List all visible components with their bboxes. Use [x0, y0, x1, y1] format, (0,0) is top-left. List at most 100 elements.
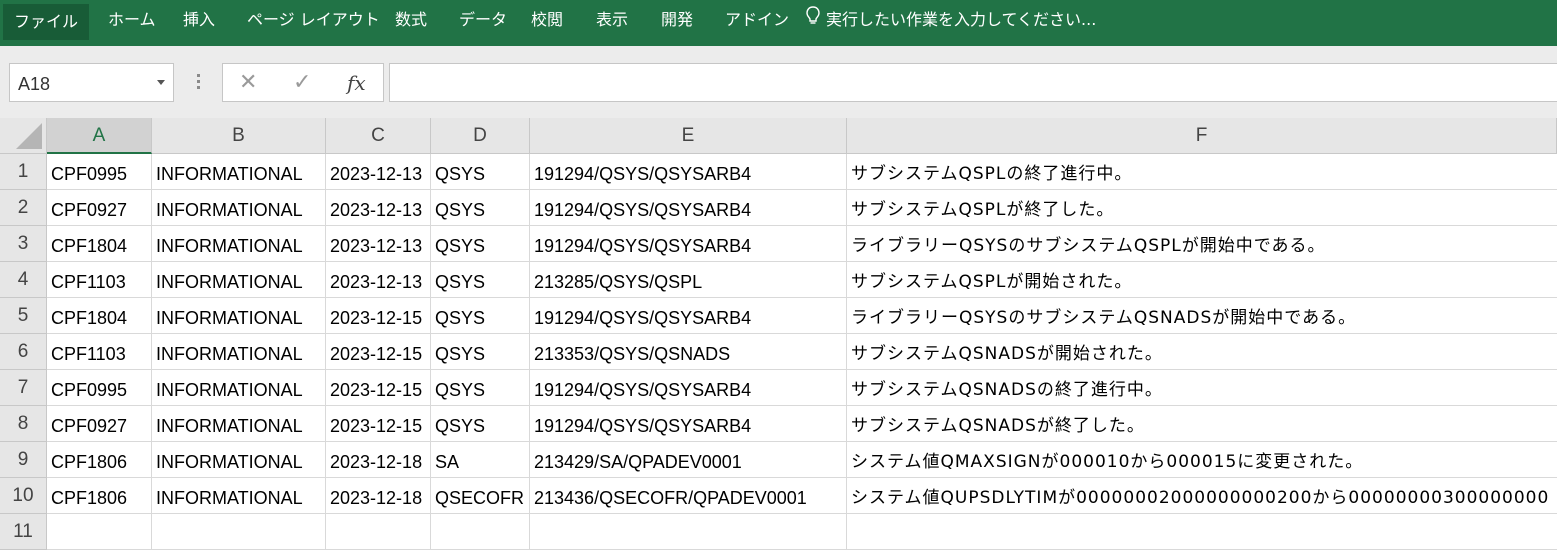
- tab-addins[interactable]: アドイン: [725, 0, 789, 40]
- cell-e2[interactable]: 191294/QSYS/QSYSARB4: [530, 190, 847, 226]
- cell-a3[interactable]: CPF1804: [47, 226, 152, 262]
- cell-c6[interactable]: 2023-12-15: [326, 334, 431, 370]
- column-header-a[interactable]: A: [47, 118, 152, 154]
- cell-c1[interactable]: 2023-12-13: [326, 154, 431, 190]
- tab-page-layout[interactable]: ページ レイアウト: [247, 0, 380, 40]
- cell-e4[interactable]: 213285/QSYS/QSPL: [530, 262, 847, 298]
- row-header-5[interactable]: 5: [0, 298, 47, 334]
- row-header-2[interactable]: 2: [0, 190, 47, 226]
- cell-f4[interactable]: サブシステムQSPLが開始された。: [847, 262, 1557, 298]
- tab-review[interactable]: 校閲: [531, 0, 563, 40]
- cell-e1[interactable]: 191294/QSYS/QSYSARB4: [530, 154, 847, 190]
- drag-handle-icon[interactable]: [197, 74, 200, 92]
- cell-f1[interactable]: サブシステムQSPLの終了進行中。: [847, 154, 1557, 190]
- cell-a1[interactable]: CPF0995: [47, 154, 152, 190]
- cell-f9[interactable]: システム値QMAXSIGNが000010から000015に変更された。: [847, 442, 1557, 478]
- row-header-8[interactable]: 8: [0, 406, 47, 442]
- cell-a2[interactable]: CPF0927: [47, 190, 152, 226]
- cell-d5[interactable]: QSYS: [431, 298, 530, 334]
- formula-input[interactable]: [389, 63, 1557, 102]
- column-header-e[interactable]: E: [530, 118, 847, 154]
- cell-a7[interactable]: CPF0995: [47, 370, 152, 406]
- cell-b3[interactable]: INFORMATIONAL: [152, 226, 326, 262]
- cell-b5[interactable]: INFORMATIONAL: [152, 298, 326, 334]
- row-header-11[interactable]: 11: [0, 514, 47, 550]
- cell-f5[interactable]: ライブラリーQSYSのサブシステムQSNADSが開始中である。: [847, 298, 1557, 334]
- cell-a10[interactable]: CPF1806: [47, 478, 152, 514]
- column-header-b[interactable]: B: [152, 118, 326, 154]
- cell-a8[interactable]: CPF0927: [47, 406, 152, 442]
- tab-view[interactable]: 表示: [596, 0, 628, 40]
- cell-f2[interactable]: サブシステムQSPLが終了した。: [847, 190, 1557, 226]
- cell-a9[interactable]: CPF1806: [47, 442, 152, 478]
- cell-d9[interactable]: SA: [431, 442, 530, 478]
- tab-insert[interactable]: 挿入: [183, 0, 215, 40]
- cell-d2[interactable]: QSYS: [431, 190, 530, 226]
- column-header-d[interactable]: D: [431, 118, 530, 154]
- enter-icon[interactable]: ✓: [293, 70, 311, 95]
- cell-b4[interactable]: INFORMATIONAL: [152, 262, 326, 298]
- tab-formulas[interactable]: 数式: [395, 0, 427, 40]
- cell-d1[interactable]: QSYS: [431, 154, 530, 190]
- tab-home[interactable]: ホーム: [108, 0, 156, 40]
- cell-e5[interactable]: 191294/QSYS/QSYSARB4: [530, 298, 847, 334]
- cell-a5[interactable]: CPF1804: [47, 298, 152, 334]
- cell-c3[interactable]: 2023-12-13: [326, 226, 431, 262]
- cell-d3[interactable]: QSYS: [431, 226, 530, 262]
- cell-b1[interactable]: INFORMATIONAL: [152, 154, 326, 190]
- row-header-4[interactable]: 4: [0, 262, 47, 298]
- row-header-3[interactable]: 3: [0, 226, 47, 262]
- tab-file[interactable]: ファイル: [3, 4, 89, 40]
- cell-d8[interactable]: QSYS: [431, 406, 530, 442]
- cell-e3[interactable]: 191294/QSYS/QSYSARB4: [530, 226, 847, 262]
- tab-data[interactable]: データ: [459, 0, 507, 40]
- cell-c10[interactable]: 2023-12-18: [326, 478, 431, 514]
- cell-e6[interactable]: 213353/QSYS/QSNADS: [530, 334, 847, 370]
- cell-a4[interactable]: CPF1103: [47, 262, 152, 298]
- row-header-6[interactable]: 6: [0, 334, 47, 370]
- cell-f7[interactable]: サブシステムQSNADSの終了進行中。: [847, 370, 1557, 406]
- cell-c9[interactable]: 2023-12-18: [326, 442, 431, 478]
- chevron-down-icon[interactable]: [157, 80, 165, 85]
- cell-f8[interactable]: サブシステムQSNADSが終了した。: [847, 406, 1557, 442]
- cell-a6[interactable]: CPF1103: [47, 334, 152, 370]
- column-header-f[interactable]: F: [847, 118, 1557, 154]
- row-header-9[interactable]: 9: [0, 442, 47, 478]
- cell-a11[interactable]: [47, 514, 152, 550]
- cell-b8[interactable]: INFORMATIONAL: [152, 406, 326, 442]
- cell-f11[interactable]: [847, 514, 1557, 550]
- cell-d6[interactable]: QSYS: [431, 334, 530, 370]
- cell-e9[interactable]: 213429/SA/QPADEV0001: [530, 442, 847, 478]
- cell-c2[interactable]: 2023-12-13: [326, 190, 431, 226]
- cell-c4[interactable]: 2023-12-13: [326, 262, 431, 298]
- cell-b11[interactable]: [152, 514, 326, 550]
- cell-e8[interactable]: 191294/QSYS/QSYSARB4: [530, 406, 847, 442]
- cell-f3[interactable]: ライブラリーQSYSのサブシステムQSPLが開始中である。: [847, 226, 1557, 262]
- cell-c5[interactable]: 2023-12-15: [326, 298, 431, 334]
- cell-b7[interactable]: INFORMATIONAL: [152, 370, 326, 406]
- select-all-button[interactable]: [0, 118, 47, 154]
- cell-f6[interactable]: サブシステムQSNADSが開始された。: [847, 334, 1557, 370]
- cell-c7[interactable]: 2023-12-15: [326, 370, 431, 406]
- cell-e7[interactable]: 191294/QSYS/QSYSARB4: [530, 370, 847, 406]
- cell-f10[interactable]: システム値QUPSDLYTIMが00000002000000000200から00…: [847, 478, 1557, 514]
- cell-d11[interactable]: [431, 514, 530, 550]
- cancel-icon[interactable]: ✕: [239, 70, 257, 95]
- name-box[interactable]: A18: [9, 63, 174, 102]
- row-header-10[interactable]: 10: [0, 478, 47, 514]
- cell-c11[interactable]: [326, 514, 431, 550]
- cell-b9[interactable]: INFORMATIONAL: [152, 442, 326, 478]
- tell-me-search[interactable]: 実行したい作業を入力してください...: [806, 0, 1096, 40]
- cell-d7[interactable]: QSYS: [431, 370, 530, 406]
- cell-b6[interactable]: INFORMATIONAL: [152, 334, 326, 370]
- column-header-c[interactable]: C: [326, 118, 431, 154]
- cell-c8[interactable]: 2023-12-15: [326, 406, 431, 442]
- cell-d10[interactable]: QSECOFR: [431, 478, 530, 514]
- insert-function-icon[interactable]: fx: [347, 71, 366, 95]
- cell-b2[interactable]: INFORMATIONAL: [152, 190, 326, 226]
- cell-e10[interactable]: 213436/QSECOFR/QPADEV0001: [530, 478, 847, 514]
- row-header-7[interactable]: 7: [0, 370, 47, 406]
- row-header-1[interactable]: 1: [0, 154, 47, 190]
- cell-b10[interactable]: INFORMATIONAL: [152, 478, 326, 514]
- cell-d4[interactable]: QSYS: [431, 262, 530, 298]
